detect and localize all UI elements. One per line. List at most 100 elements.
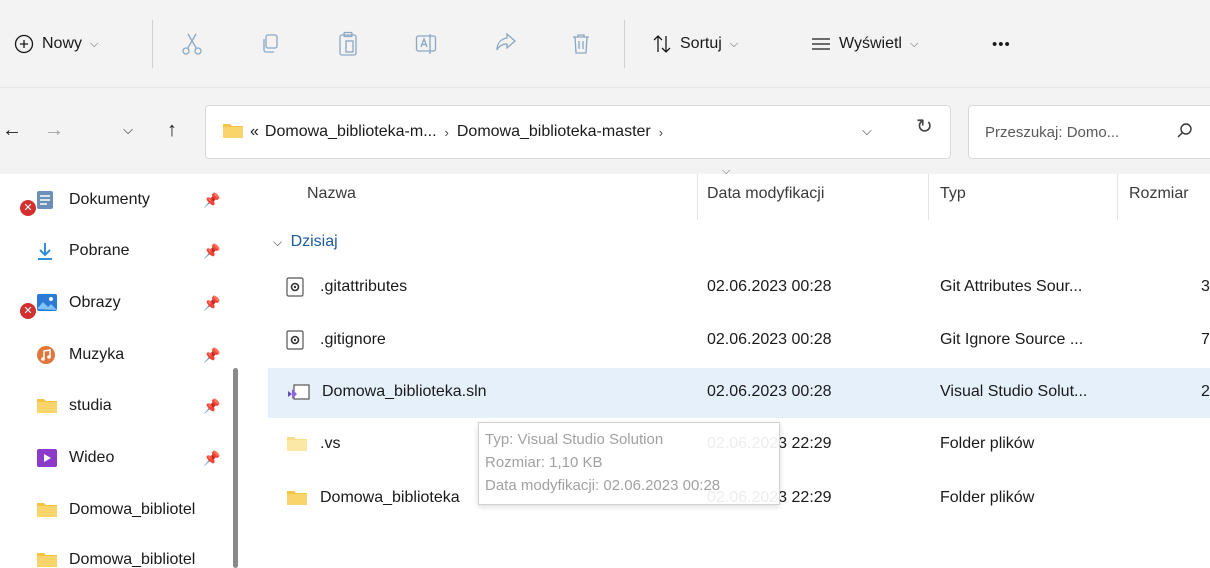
file-size: 3 <box>1201 278 1210 295</box>
tooltip-date: Data modyfikacji: 02.06.2023 00:28 <box>485 477 721 494</box>
file-type: Git Attributes Sour... <box>940 278 1083 295</box>
new-button-label: Nowy <box>42 35 83 52</box>
tooltip-size: Rozmiar: 1,10 KB <box>485 454 603 471</box>
scissors-icon <box>180 32 204 56</box>
sort-button[interactable]: Sortuj ⌵ <box>650 26 738 62</box>
folder-icon <box>36 550 58 568</box>
breadcrumb-item[interactable]: Domowa_biblioteka-master <box>457 123 651 141</box>
pin-icon[interactable]: 📌 <box>203 347 220 364</box>
breadcrumb-overflow[interactable]: « <box>250 123 259 141</box>
sidebar-item-domowa-biblioteka-1[interactable]: Domowa_bibliotel <box>0 490 230 530</box>
sort-icon <box>650 32 674 56</box>
pin-icon[interactable]: 📌 <box>203 192 220 209</box>
sidebar-scrollbar[interactable] <box>233 368 238 568</box>
refresh-icon[interactable]: ↻ <box>916 114 933 139</box>
file-name: Domowa_biblioteka <box>320 489 460 506</box>
search-icon[interactable] <box>1176 122 1194 144</box>
more-options-button[interactable]: ••• <box>992 26 1011 62</box>
pin-icon[interactable]: 📌 <box>203 243 220 260</box>
file-date: 02.06.2023 00:28 <box>707 331 832 348</box>
file-row-selected[interactable]: Domowa_biblioteka.sln 02.06.2023 00:28 V… <box>268 368 1210 418</box>
toolbar-divider <box>152 20 153 68</box>
recent-locations-button[interactable]: ⌵ <box>116 118 140 142</box>
search-placeholder: Przeszukaj: Domo... <box>985 123 1120 141</box>
error-badge-icon: ✕ <box>20 303 36 319</box>
address-history-chevron-icon[interactable]: ⌵ <box>862 123 872 139</box>
file-date: 02.06.2023 00:28 <box>707 383 832 400</box>
column-header-date[interactable]: Data modyfikacji <box>707 185 824 203</box>
copy-button[interactable] <box>258 26 282 62</box>
sort-button-label: Sortuj <box>680 35 722 52</box>
file-name: .vs <box>320 435 341 452</box>
documents-icon <box>36 190 58 210</box>
config-file-icon <box>286 277 306 297</box>
ellipsis-icon: ••• <box>992 35 1011 53</box>
search-input[interactable]: Przeszukaj: Domo... <box>968 105 1210 159</box>
chevron-down-icon: ⌵ <box>909 37 919 50</box>
view-button-label: Wyświetl <box>839 35 902 52</box>
pin-icon[interactable]: 📌 <box>203 295 220 312</box>
column-divider[interactable] <box>928 174 929 220</box>
sidebar-item-obrazy[interactable]: ✕ Obrazy 📌 <box>0 283 230 323</box>
paste-button[interactable] <box>336 26 360 62</box>
chevron-down-icon: ⌵ <box>123 122 133 137</box>
address-bar[interactable]: « Domowa_biblioteka-m... › Domowa_biblio… <box>205 105 951 159</box>
clipboard-icon <box>336 31 360 56</box>
file-row[interactable]: .gitignore 02.06.2023 00:28 Git Ignore S… <box>268 316 1210 366</box>
sidebar-item-dokumenty[interactable]: ✕ Dokumenty 📌 <box>0 180 230 220</box>
file-name: .gitignore <box>320 331 386 348</box>
sidebar-item-label: Domowa_bibliotel <box>69 551 196 568</box>
file-size: 7 <box>1201 331 1210 348</box>
column-divider[interactable] <box>1117 174 1118 220</box>
view-button[interactable]: Wyświetl ⌵ <box>809 26 918 62</box>
breadcrumb-item[interactable]: Domowa_biblioteka-m... <box>265 123 437 141</box>
group-header-today[interactable]: ⌵ Dzisiaj <box>273 233 338 251</box>
chevron-down-icon: ⌵ <box>729 37 739 50</box>
folder-icon <box>36 500 58 520</box>
sidebar-item-domowa-biblioteka-2[interactable]: Domowa_bibliotel <box>0 540 230 568</box>
plus-circle-icon <box>12 32 36 56</box>
sidebar-item-muzyka[interactable]: Muzyka 📌 <box>0 335 230 375</box>
file-type: Visual Studio Solut... <box>940 383 1088 400</box>
folder-icon <box>286 434 310 454</box>
sidebar-item-studia[interactable]: studia 📌 <box>0 386 230 426</box>
chevron-right-icon[interactable]: › <box>659 125 663 140</box>
error-badge-icon: ✕ <box>20 200 36 216</box>
pin-icon[interactable]: 📌 <box>203 450 220 467</box>
arrow-up-icon: ↑ <box>167 118 177 141</box>
rename-button[interactable] <box>414 26 438 62</box>
delete-button[interactable] <box>569 26 593 62</box>
file-type: Git Ignore Source ... <box>940 331 1084 348</box>
up-button[interactable]: ↑ <box>160 118 184 142</box>
folder-icon <box>222 121 244 144</box>
back-button[interactable]: ← <box>0 118 24 142</box>
tooltip-type: Typ: Visual Studio Solution <box>485 431 664 448</box>
pictures-icon <box>36 293 58 313</box>
config-file-icon <box>286 330 306 350</box>
chevron-right-icon[interactable]: › <box>445 125 449 140</box>
arrow-right-icon: → <box>44 118 64 141</box>
file-size: 2 <box>1201 383 1210 400</box>
sidebar-item-pobrane[interactable]: Pobrane 📌 <box>0 231 230 271</box>
column-divider[interactable] <box>697 174 698 220</box>
file-info-tooltip: Typ: Visual Studio Solution Rozmiar: 1,1… <box>478 422 780 505</box>
folder-icon <box>36 396 58 416</box>
share-icon <box>494 32 518 56</box>
file-row[interactable]: .gitattributes 02.06.2023 00:28 Git Attr… <box>268 263 1210 313</box>
new-button[interactable]: Nowy ⌵ <box>12 26 98 62</box>
copy-icon <box>258 32 282 56</box>
chevron-down-icon: ⌵ <box>90 37 99 50</box>
column-header-name[interactable]: Nazwa <box>307 185 356 203</box>
folder-icon <box>286 488 310 508</box>
file-type: Folder plików <box>940 489 1035 506</box>
sidebar-item-label: Domowa_bibliotel <box>69 501 196 518</box>
view-lines-icon <box>809 32 833 56</box>
share-button[interactable] <box>494 26 518 62</box>
cut-button[interactable] <box>180 26 204 62</box>
column-header-type[interactable]: Typ <box>940 185 966 203</box>
pin-icon[interactable]: 📌 <box>203 398 220 415</box>
column-header-size[interactable]: Rozmiar <box>1129 185 1189 203</box>
arrow-left-icon: ← <box>2 118 22 141</box>
sidebar-item-wideo[interactable]: Wideo 📌 <box>0 438 230 478</box>
forward-button[interactable]: → <box>42 118 66 142</box>
